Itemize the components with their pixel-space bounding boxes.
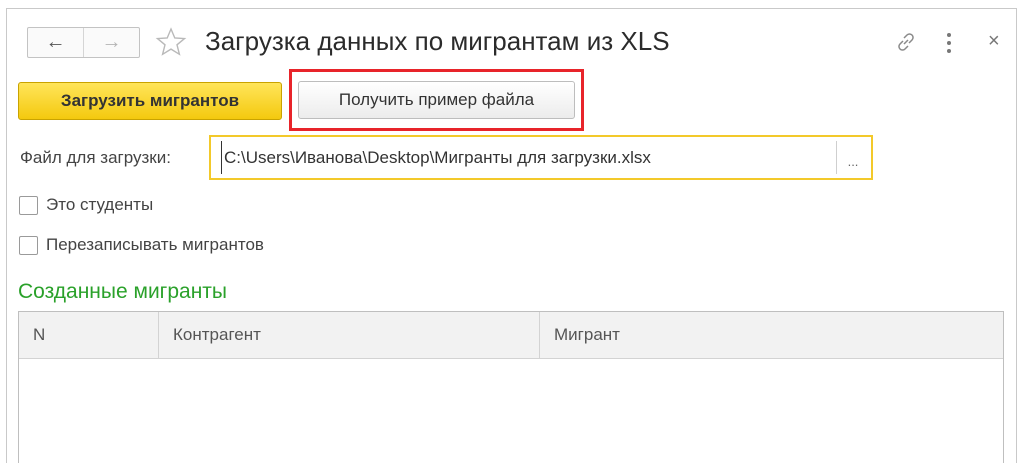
students-option[interactable]: Это студенты [19, 195, 153, 215]
file-field: ... [209, 135, 873, 180]
section-title: Созданные мигранты [18, 280, 228, 303]
students-checkbox[interactable] [19, 195, 38, 215]
navigation-buttons: ← → [27, 27, 140, 58]
arrow-right-icon: → [101, 31, 122, 53]
column-header-n[interactable]: N [19, 312, 159, 358]
close-icon[interactable]: × [988, 30, 1000, 53]
get-sample-file-button[interactable]: Получить пример файла [298, 81, 575, 119]
link-icon[interactable] [894, 30, 918, 54]
overwrite-option[interactable]: Перезаписывать мигрантов [19, 235, 264, 255]
overwrite-checkbox[interactable] [19, 235, 38, 255]
file-label: Файл для загрузки: [20, 148, 171, 167]
back-button[interactable]: ← [28, 28, 83, 57]
forward-button[interactable]: → [83, 28, 139, 57]
choose-file-button[interactable]: ... [841, 147, 865, 169]
table-header: N Контрагент Мигрант [19, 312, 1003, 359]
load-migrants-button[interactable]: Загрузить мигрантов [18, 82, 282, 120]
created-migrants-table: N Контрагент Мигрант [18, 311, 1004, 463]
more-icon[interactable] [946, 33, 952, 53]
students-label: Это студенты [46, 195, 154, 214]
column-header-migrant[interactable]: Мигрант [540, 312, 1003, 358]
arrow-left-icon: ← [45, 31, 66, 53]
star-icon[interactable] [155, 26, 187, 58]
field-divider [836, 141, 837, 174]
overwrite-label: Перезаписывать мигрантов [46, 235, 264, 254]
column-header-counterparty[interactable]: Контрагент [159, 312, 540, 358]
window-title: Загрузка данных по мигрантам из XLS [205, 26, 670, 56]
file-path-input[interactable] [221, 141, 837, 174]
